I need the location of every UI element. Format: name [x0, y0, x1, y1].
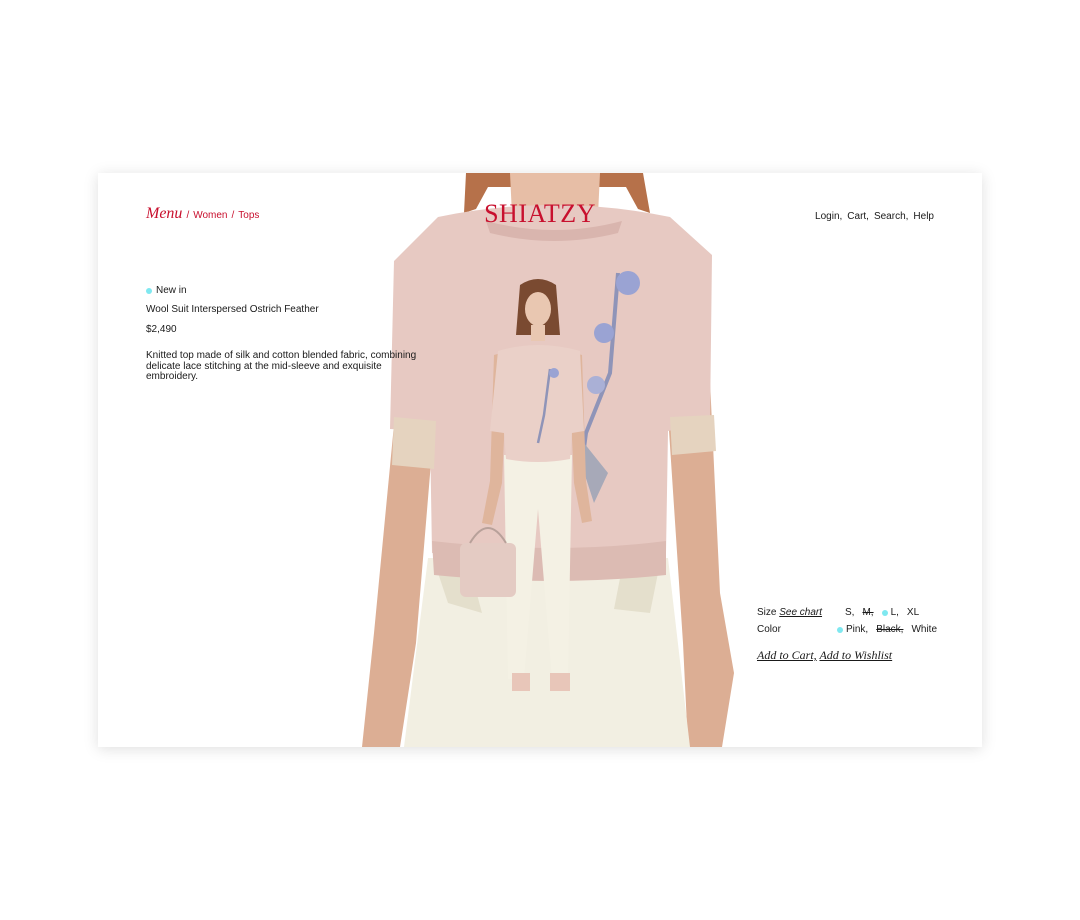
size-chart-link[interactable]: See chart — [779, 607, 822, 618]
new-in-badge: New in — [146, 284, 436, 297]
product-name: Wool Suit Interspersed Ostrich Feather — [146, 304, 319, 315]
size-option-l[interactable]: L, — [881, 607, 899, 618]
product-options: Size See chart S, M, L, XL Color Pink, B… — [757, 604, 937, 638]
color-row: Color Pink, Black, White — [757, 621, 937, 638]
size-option-m[interactable]: M, — [862, 607, 873, 618]
breadcrumb-tops[interactable]: Tops — [238, 210, 259, 221]
product-page: Menu / Women / Tops SHIATZY Login, Cart,… — [98, 173, 982, 747]
product-description: Knitted top made of silk and cotton blen… — [146, 350, 436, 383]
search-link[interactable]: Search, — [874, 211, 908, 222]
menu-button[interactable]: Menu — [146, 205, 182, 223]
selected-dot-icon — [836, 626, 843, 633]
help-link[interactable]: Help — [913, 211, 934, 222]
size-row: Size See chart S, M, L, XL — [757, 604, 937, 621]
login-link[interactable]: Login, — [815, 211, 842, 222]
add-to-cart-button[interactable]: Add to Cart, — [757, 648, 817, 662]
product-info: New in Wool Suit Interspersed Ostrich Fe… — [146, 284, 436, 383]
color-option-white[interactable]: White — [911, 624, 937, 635]
color-label: Color — [757, 624, 781, 635]
breadcrumb: Menu / Women / Tops — [146, 205, 259, 223]
product-price: $2,490 — [146, 324, 177, 335]
cart-link[interactable]: Cart, — [847, 211, 869, 222]
size-option-s[interactable]: S, — [845, 607, 854, 618]
description-line: delicate lace stitching at the mid-sleev… — [146, 360, 382, 382]
selected-dot-icon — [881, 609, 888, 616]
utility-nav: Login, Cart, Search, Help — [815, 211, 934, 222]
badge-label: New in — [156, 285, 187, 296]
color-option-pink-label: Pink, — [845, 624, 869, 635]
breadcrumb-separator: / — [231, 210, 235, 221]
color-option-pink[interactable]: Pink, — [836, 624, 869, 635]
breadcrumb-women[interactable]: Women — [193, 210, 227, 221]
size-label: Size — [757, 607, 777, 618]
cart-actions: Add to Cart, Add to Wishlist — [757, 648, 892, 663]
dot-icon — [146, 287, 152, 294]
size-option-l-label: L, — [890, 607, 899, 618]
size-option-xl[interactable]: XL — [907, 607, 919, 618]
breadcrumb-separator: / — [186, 210, 190, 221]
add-to-wishlist-button[interactable]: Add to Wishlist — [819, 648, 892, 662]
description-line: Knitted top made of silk and cotton blen… — [146, 350, 417, 361]
color-option-black[interactable]: Black, — [876, 624, 903, 635]
